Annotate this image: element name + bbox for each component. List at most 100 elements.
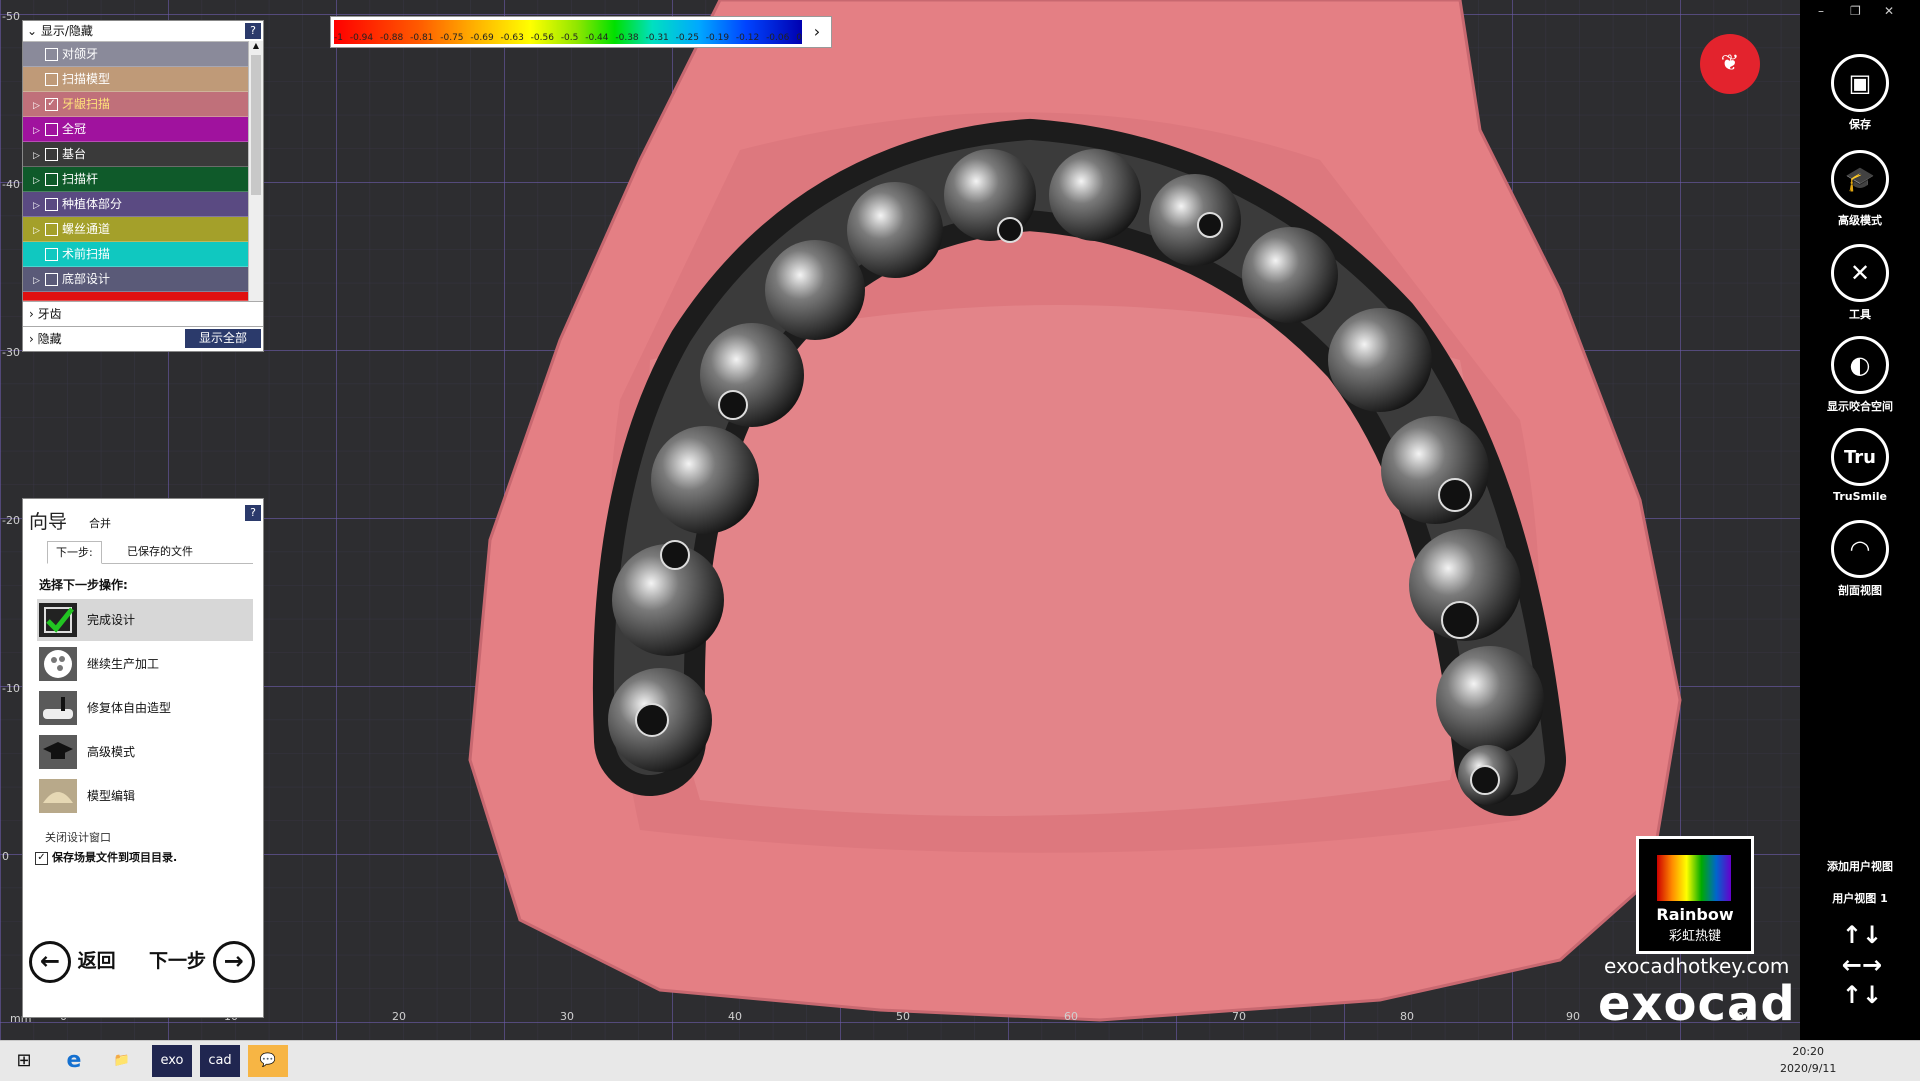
teeth-group-row[interactable]: › 牙齿 — [23, 301, 263, 326]
close-icon[interactable]: ✕ — [1884, 4, 1894, 18]
exocad-icon[interactable]: exo — [152, 1045, 192, 1077]
tools-tool-button[interactable]: ✕ 工具 — [1800, 244, 1920, 322]
layer-checkbox[interactable] — [45, 198, 58, 211]
layer-checkbox[interactable] — [45, 148, 58, 161]
layer-row-partial[interactable] — [23, 292, 249, 301]
occlusion-space-tool-button[interactable]: ◐ 显示咬合空间 — [1800, 336, 1920, 414]
layer-row-gingiva-scan[interactable]: ▷ ✓ 牙龈扫描 — [23, 92, 249, 117]
edge-icon[interactable]: e — [54, 1045, 94, 1077]
layer-panel-header[interactable]: ⌄ 显示/隐藏 ? — [23, 21, 263, 42]
back-button[interactable]: ← 返回 — [29, 939, 116, 983]
rotate-up-down-icon[interactable]: ↑↓ — [1832, 980, 1892, 1010]
layer-row-full-crown[interactable]: ▷ 全冠 — [23, 117, 249, 142]
action-finish-design[interactable]: 完成设计 — [37, 599, 253, 641]
action-label: 修复体自由造型 — [87, 701, 172, 715]
action-continue-cam[interactable]: 继续生产加工 — [37, 643, 253, 685]
layer-row-scanbody[interactable]: ▷ 扫描杆 — [23, 167, 249, 192]
tab-next-step[interactable]: 下一步: — [47, 541, 102, 564]
right-toolbar: – ❐ ✕ ▣ 保存 🎓 高级模式 ✕ 工具 ◐ 显示咬合空间 Tru TruS… — [1800, 0, 1920, 1040]
view-rotation-controls: ↑↓ ←→ ↑↓ — [1832, 920, 1892, 1010]
layer-checkbox[interactable] — [45, 223, 58, 236]
help-button[interactable]: ? — [245, 23, 261, 39]
chevron-right-icon: › — [29, 332, 34, 346]
restore-icon[interactable]: ❐ — [1850, 4, 1861, 18]
expander-icon[interactable]: ▷ — [33, 94, 45, 118]
scale-tick: 0 — [796, 33, 802, 43]
wechat-icon[interactable]: 💬 — [248, 1045, 288, 1077]
hidden-group-row[interactable]: › 隐藏 显示全部 — [23, 326, 263, 351]
watermark-site: exocadhotkey.com — [1604, 954, 1790, 978]
close-design-window-link[interactable]: 关闭设计窗口 — [45, 829, 111, 845]
expander-icon[interactable]: ▷ — [33, 219, 45, 243]
show-all-button[interactable]: 显示全部 — [184, 329, 261, 348]
action-label: 模型编辑 — [87, 789, 136, 803]
expert-mode-tool-button[interactable]: 🎓 高级模式 — [1800, 150, 1920, 228]
layer-label: 底部设计 — [62, 272, 111, 286]
trusmile-tool-button[interactable]: Tru TruSmile — [1800, 428, 1920, 503]
layer-row-bottom-design[interactable]: ▷ 底部设计 — [23, 267, 249, 292]
section-view-tool-button[interactable]: ◠ 剖面视图 — [1800, 520, 1920, 598]
wizard-title: 向导 — [29, 511, 68, 533]
file-explorer-icon[interactable]: 📁 — [102, 1045, 142, 1077]
save-scene-option[interactable]: ✓ 保存场景文件到项目目录. — [35, 849, 177, 865]
tab-saved-files[interactable]: 已保存的文件 — [119, 541, 201, 562]
cad-icon[interactable]: cad — [200, 1045, 240, 1077]
system-clock[interactable]: 20:20 2020/9/11 — [1780, 1043, 1836, 1077]
layer-checkbox[interactable]: ✓ — [45, 98, 58, 111]
layer-row-antagonist[interactable]: 对颌牙 — [23, 42, 249, 67]
layer-row-implant-parts[interactable]: ▷ 种植体部分 — [23, 192, 249, 217]
layer-label: 种植体部分 — [62, 197, 123, 211]
layer-checkbox[interactable] — [45, 48, 58, 61]
next-button[interactable]: 下一步 → — [149, 939, 255, 983]
layer-list: 对颌牙 扫描模型 ▷ ✓ 牙龈扫描 ▷ 全冠 ▷ 基台 ▷ 扫描杆 ▷ 种植体部分 ▷ 螺丝通… — [23, 42, 249, 301]
action-model-edit[interactable]: 模型编辑 — [37, 775, 253, 817]
expander-icon[interactable]: ▷ — [33, 194, 45, 218]
action-expert-mode[interactable]: 高级模式 — [37, 731, 253, 773]
layer-row-abutment[interactable]: ▷ 基台 — [23, 142, 249, 167]
add-user-view-button[interactable]: 添加用户视图 — [1800, 858, 1920, 874]
rainbow-hotkey-logo: Rainbow 彩虹热键 — [1636, 836, 1754, 954]
tool-label: 剖面视图 — [1838, 584, 1882, 597]
expander-icon[interactable]: ▷ — [33, 169, 45, 193]
layer-label: 对颌牙 — [62, 47, 99, 61]
expander-icon[interactable]: ▷ — [33, 144, 45, 168]
scale-tick: -0.94 — [349, 33, 374, 43]
windows-start-icon[interactable]: ⊞ — [4, 1045, 44, 1077]
layer-row-scan-model[interactable]: 扫描模型 — [23, 67, 249, 92]
scrollbar-thumb[interactable] — [251, 55, 261, 195]
layer-checkbox[interactable] — [45, 248, 58, 261]
layer-row-screw-channel[interactable]: ▷ 螺丝通道 — [23, 217, 249, 242]
rotate-left-right-icon[interactable]: ←→ — [1832, 950, 1892, 980]
3d-viewport[interactable]: -50 -40 -30 -20 -10 0 mm 0 10 20 30 40 5… — [0, 0, 1800, 1040]
layer-list-scrollbar[interactable]: ▲ ▼ — [248, 41, 263, 313]
ruler-bottom-label: 40 — [728, 1010, 742, 1023]
layer-checkbox[interactable] — [45, 73, 58, 86]
expander-icon[interactable]: ▷ — [33, 269, 45, 293]
scale-tick: -0.63 — [500, 33, 524, 43]
rotate-up-down-icon[interactable]: ↑↓ — [1832, 920, 1892, 950]
layer-checkbox[interactable] — [45, 173, 58, 186]
layer-label: 基台 — [62, 147, 87, 161]
ruler-bottom-label: 80 — [1400, 1010, 1414, 1023]
layer-label: 全冠 — [62, 122, 87, 136]
user-view-1-button[interactable]: 用户视图 1 — [1800, 890, 1920, 906]
scale-tick: -0.44 — [585, 33, 609, 43]
save-scene-checkbox[interactable]: ✓ — [35, 851, 48, 865]
expander-icon[interactable]: ▷ — [33, 119, 45, 143]
minimize-icon[interactable]: – — [1818, 4, 1824, 18]
ruler-left-label: -30 — [2, 346, 20, 359]
help-button[interactable]: ? — [245, 505, 261, 521]
scroll-up-icon[interactable]: ▲ — [249, 41, 263, 50]
graduation-cap-icon — [39, 735, 77, 769]
action-freeform[interactable]: 修复体自由造型 — [37, 687, 253, 729]
brand-badge-icon[interactable]: ❦ — [1700, 34, 1760, 94]
trusmile-icon: Tru — [1831, 428, 1889, 486]
layer-checkbox[interactable] — [45, 123, 58, 136]
save-tool-button[interactable]: ▣ 保存 — [1800, 54, 1920, 132]
layer-checkbox[interactable] — [45, 273, 58, 286]
layer-row-preop-scan[interactable]: 术前扫描 — [23, 242, 249, 267]
tool-label: 保存 — [1849, 118, 1871, 131]
color-scale-ticks: -1 -0.94 -0.88 -0.81 -0.75 -0.69 -0.63 -… — [334, 33, 802, 43]
chevron-right-icon[interactable]: › — [807, 21, 827, 43]
scale-tick: -0.31 — [645, 33, 669, 43]
